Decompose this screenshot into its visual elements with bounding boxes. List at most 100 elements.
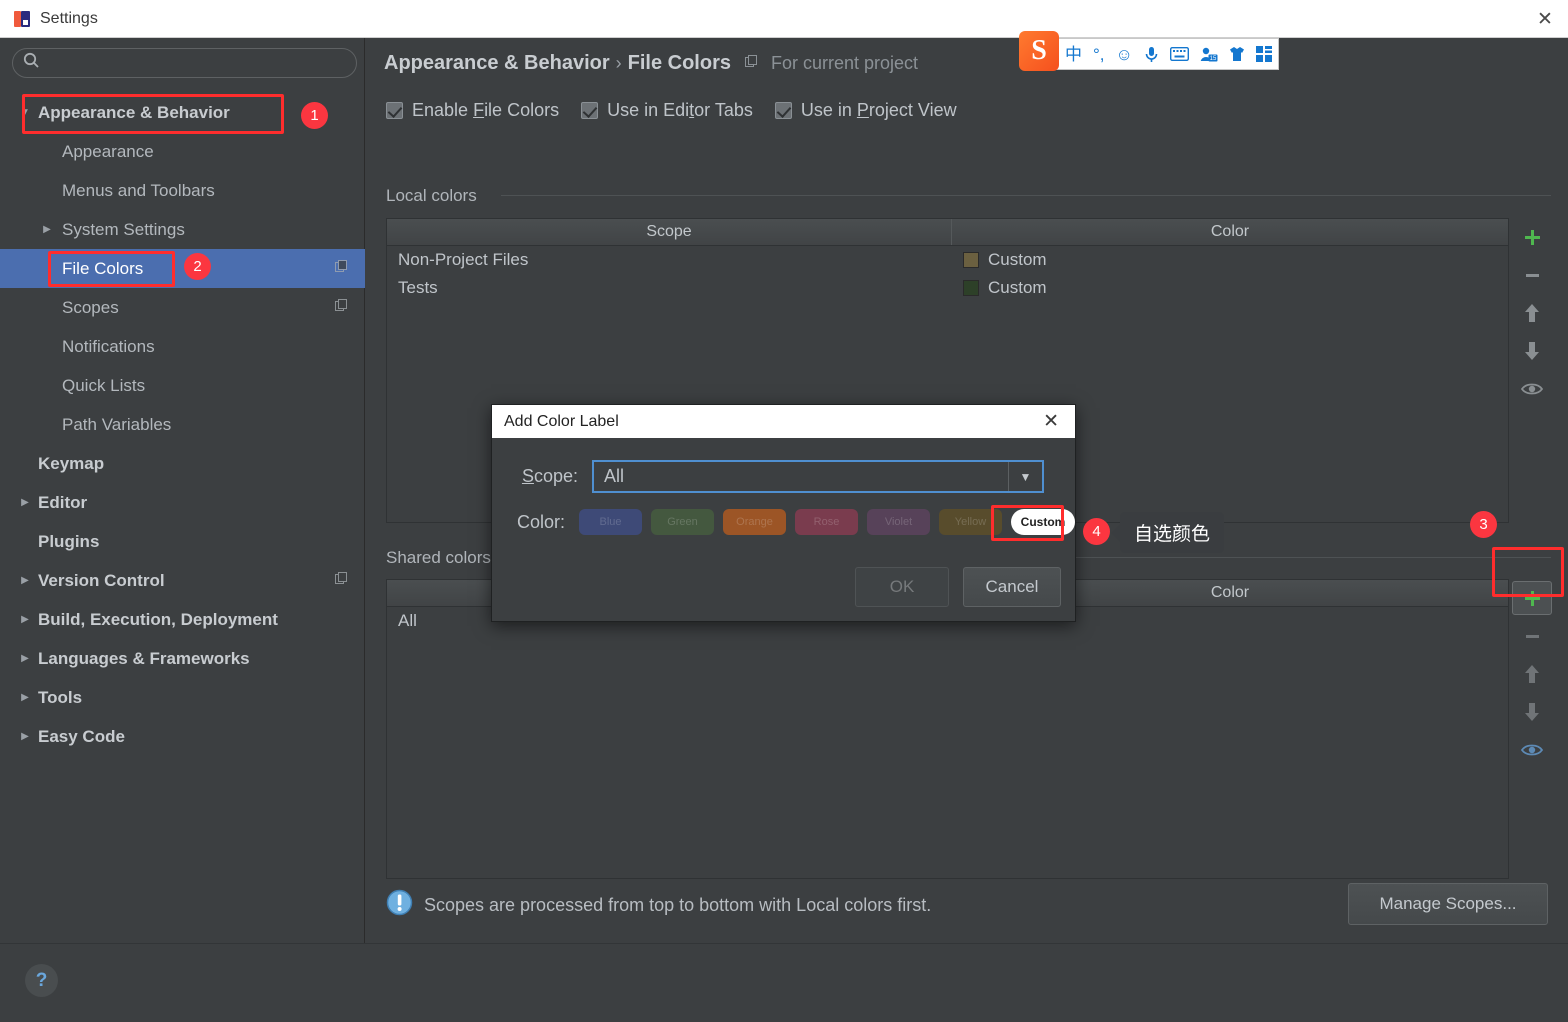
expand-arrow-icon[interactable]: ▶ [18,653,32,664]
move-up-icon-shared[interactable] [1510,655,1554,693]
expand-arrow-icon[interactable]: ▶ [40,224,54,235]
copy-settings-icon[interactable] [335,259,349,279]
remove-icon[interactable] [1510,256,1554,294]
share-icon[interactable] [1510,370,1554,408]
sidebar-item-tools[interactable]: ▶ Tools [0,678,365,717]
table-row[interactable]: Non-Project Files Custom [387,246,1508,274]
color-swatch-list: Blue Green Orange Rose Violet Yellow Custom [579,509,1075,535]
copy-settings-icon[interactable] [335,298,349,318]
sidebar-item-label: File Colors [62,258,144,278]
expand-arrow-icon[interactable]: ▶ [18,731,32,742]
help-button[interactable]: ? [25,964,58,997]
sidebar-item-build-execution-deployment[interactable]: ▶ Build, Execution, Deployment [0,600,365,639]
checkbox-label: Use in Editor Tabs [607,100,753,120]
color-field-label: Color: [516,511,565,532]
user-icon[interactable]: 15 [1200,47,1218,62]
breadcrumb-parent[interactable]: Appearance & Behavior [384,52,610,75]
sidebar-item-editor[interactable]: ▶ Editor [0,483,365,522]
copy-settings-icon[interactable] [335,571,349,591]
local-colors-toolbar [1509,218,1555,408]
emoji-icon[interactable]: ☺ [1116,46,1133,63]
cell-scope: Tests [398,278,438,297]
add-color-label-dialog: Add Color Label ✕ Scope: All ▼ Color: Bl… [491,404,1076,622]
color-chip-rose[interactable]: Rose [795,509,858,535]
sidebar-item-plugins[interactable]: Plugins [0,522,365,561]
scope-row: Scope: All ▼ [492,460,1075,493]
sidebar-item-label: Path Variables [62,414,172,434]
badge-2: 2 [184,253,211,280]
sidebar-item-label: Build, Execution, Deployment [38,609,278,629]
sidebar-item-quick-lists[interactable]: Quick Lists [0,366,365,405]
expand-arrow-icon[interactable]: ▶ [18,575,32,586]
settings-tree: ▼ Appearance & Behavior Appearance Menus an… [0,93,365,756]
color-swatch [963,252,979,268]
color-chip-orange[interactable]: Orange [723,509,786,535]
sogou-logo-icon[interactable]: S [1019,31,1059,71]
sidebar-item-keymap[interactable]: Keymap [0,444,365,483]
sidebar-item-notifications[interactable]: Notifications [0,327,365,366]
soft-keyboard-icon[interactable] [1169,47,1189,61]
punctuation-icon[interactable]: °, [1093,46,1105,63]
add-icon-shared[interactable] [1510,579,1554,617]
checkbox-option-0[interactable]: Enable File Colors [386,100,559,121]
cell-scope: Non-Project Files [398,250,529,269]
search-box[interactable] [12,48,357,78]
expand-arrow-icon[interactable]: ▶ [18,497,32,508]
sidebar-item-file-colors[interactable]: File Colors [0,249,365,288]
search-icon [23,52,40,74]
checkbox-icon[interactable] [774,102,792,119]
dialog-cancel-button[interactable]: Cancel [963,567,1061,607]
skin-icon[interactable] [1229,46,1245,62]
dialog-close-icon[interactable]: ✕ [1037,412,1065,431]
table-row[interactable]: Tests Custom [387,274,1508,302]
search-input[interactable] [46,55,344,71]
sidebar-item-languages-frameworks[interactable]: ▶ Languages & Frameworks [0,639,365,678]
color-chip-green[interactable]: Green [651,509,714,535]
cell-color: Custom [952,274,1508,302]
column-header-scope[interactable]: Scope [387,219,952,245]
shared-colors-toolbar [1509,579,1555,769]
manage-scopes-button[interactable]: Manage Scopes... [1348,883,1548,925]
checkbox-icon[interactable] [386,102,403,119]
expand-arrow-icon[interactable]: ▶ [18,692,32,703]
sidebar-item-path-variables[interactable]: Path Variables [0,405,365,444]
color-chip-violet[interactable]: Violet [867,509,930,535]
voice-input-icon[interactable] [1144,46,1159,63]
custom-color-tooltip: 自选颜色 [1120,512,1225,553]
close-icon[interactable]: ✕ [1522,0,1568,38]
share-icon-shared[interactable] [1510,731,1554,769]
remove-icon-shared[interactable] [1510,617,1554,655]
move-down-icon-shared[interactable] [1510,693,1554,731]
info-bar: Scopes are processed from top to bottom … [386,889,931,921]
sidebar-item-system-settings[interactable]: ▶ System Settings [0,210,365,249]
sidebar-item-easy-code[interactable]: ▶ Easy Code [0,717,365,756]
sidebar-item-scopes[interactable]: Scopes [0,288,365,327]
dialog-ok-button[interactable]: OK [855,567,949,607]
sidebar-item-label: Appearance [62,141,154,161]
chevron-down-icon[interactable]: ▼ [1008,462,1042,491]
toolbox-icon[interactable] [1255,46,1272,62]
move-down-icon[interactable] [1510,332,1554,370]
checkbox-option-1[interactable]: Use in Editor Tabs [581,100,753,121]
sidebar-item-label: Editor [38,492,88,512]
add-icon[interactable] [1510,218,1554,256]
breadcrumb-current: File Colors [627,52,731,74]
expand-arrow-icon[interactable]: ▶ [18,614,32,625]
move-up-icon[interactable] [1510,294,1554,332]
column-header-color[interactable]: Color [952,219,1508,245]
window-titlebar: Settings ✕ [0,0,1568,38]
dialog-buttons: OK Cancel [855,567,1061,607]
sidebar-item-version-control[interactable]: ▶ Version Control [0,561,365,600]
intellij-idea-icon [14,10,30,27]
color-chip-blue[interactable]: Blue [579,509,642,535]
color-chip-yellow[interactable]: Yellow [939,509,1002,535]
checkbox-icon[interactable] [581,102,599,119]
sidebar-item-appearance[interactable]: Appearance [0,132,365,171]
scope-combobox[interactable]: All ▼ [592,460,1044,493]
expand-arrow-icon[interactable]: ▼ [18,107,32,118]
sidebar-item-menus-and-toolbars[interactable]: Menus and Toolbars [0,171,365,210]
chinese-mode-icon[interactable]: 中 [1065,46,1082,63]
custom-color-button[interactable]: Custom [1011,509,1075,535]
checkbox-label: Enable File Colors [412,100,560,120]
checkbox-option-2[interactable]: Use in Project View [774,100,957,121]
